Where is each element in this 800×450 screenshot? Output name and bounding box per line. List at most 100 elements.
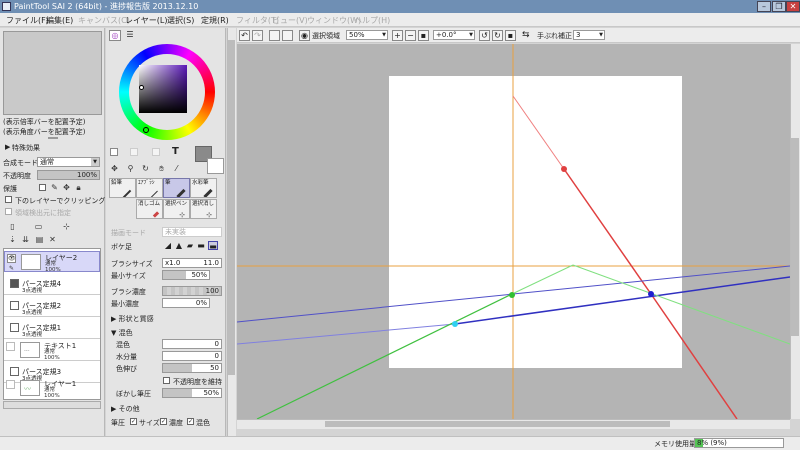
select-source-checkbox[interactable] xyxy=(5,208,12,215)
lock-icon[interactable]: 🔒︎ xyxy=(74,183,83,192)
other-toggle[interactable]: ▶ その他 xyxy=(111,404,140,414)
edge-shape-4-icon[interactable]: ▬ xyxy=(196,241,206,250)
keep-opacity-checkbox[interactable] xyxy=(163,377,170,384)
zoom-reset-icon[interactable]: ▪ xyxy=(418,30,429,41)
canvas-vertical-scroll-thumb[interactable] xyxy=(791,138,799,336)
blur-pressure-slider[interactable]: 50% xyxy=(162,388,222,398)
brush-size-field[interactable]: x1.0 11.0 xyxy=(162,258,222,268)
eye-icon[interactable]: ◉ xyxy=(299,30,310,41)
drawing-mode-select[interactable]: 未実装 xyxy=(162,227,222,237)
transfer-down-icon[interactable]: ⇣ xyxy=(8,235,17,244)
angle-select[interactable]: +0.0° ▼ xyxy=(433,30,475,40)
edge-shape-5-icon[interactable]: ▬ xyxy=(208,241,218,251)
tool-airbrush[interactable]: ｴｱﾌﾞﾗｼ xyxy=(136,178,163,198)
merge-down-icon[interactable]: ⇊ xyxy=(21,235,30,244)
tool-panel-scroll-thumb[interactable] xyxy=(228,40,235,375)
menu-ruler[interactable]: 定規(R) xyxy=(201,15,229,26)
rotate-reset-icon[interactable]: ▪ xyxy=(505,30,516,41)
mix-color-slider[interactable]: 0 xyxy=(162,339,222,349)
move-lock-icon[interactable]: ✥ xyxy=(62,183,71,192)
tool-watercolor[interactable]: 水彩筆 xyxy=(190,178,217,198)
layer-item-ruler2[interactable]: パース定規2 3点透視 xyxy=(4,296,100,317)
zoom-out-icon[interactable]: − xyxy=(405,30,416,41)
effects-toggle-icon[interactable]: ▶ xyxy=(5,143,10,151)
minimize-button[interactable]: – xyxy=(757,1,771,12)
pressure-size-checkbox[interactable]: ✓ xyxy=(130,418,137,425)
tool-select-eraser[interactable]: 選択消し ⊹ xyxy=(190,199,217,219)
zoom-select[interactable]: 50% ▼ xyxy=(346,30,388,40)
menu-file[interactable]: ファイル(F) xyxy=(6,15,49,26)
delete-layer-icon[interactable]: ✕ xyxy=(48,235,57,244)
layer-item-text1[interactable]: --- テキスト1 通常 100% xyxy=(4,340,100,361)
tool-brush[interactable]: 筆 xyxy=(163,178,190,198)
color-wheel-tab-icon[interactable]: ◎ xyxy=(109,30,121,41)
density-slider[interactable]: 100 xyxy=(162,286,222,296)
clipping-checkbox[interactable] xyxy=(5,196,12,203)
mixing-toggle[interactable]: ▼ 混色 xyxy=(111,328,133,338)
eye-icon[interactable]: 👁 xyxy=(7,254,16,263)
saturation-value-square[interactable] xyxy=(139,65,187,113)
layer-item-layer2[interactable]: 👁 ✎ レイヤー2 通常 100% xyxy=(4,251,100,273)
pen-lock-icon[interactable]: ✎ xyxy=(50,183,59,192)
stabilizer-select[interactable]: 3 ▼ xyxy=(573,30,605,40)
water-slider[interactable]: 0 xyxy=(162,351,222,361)
redo-icon[interactable]: ↷ xyxy=(252,30,263,41)
sub-color-swatch[interactable] xyxy=(207,158,224,174)
maximize-button[interactable]: ❐ xyxy=(772,1,786,12)
canvas-area[interactable] xyxy=(237,44,790,419)
menu-canvas[interactable]: キャンバス(C) xyxy=(78,15,130,26)
layer-list[interactable]: 👁 ✎ レイヤー2 通常 100% パース定規4 3点透視 パース定規2 3点透視… xyxy=(3,248,101,400)
navigator-preview[interactable] xyxy=(3,31,102,115)
move-icon[interactable]: ✥ xyxy=(110,164,119,173)
swatch-empty[interactable] xyxy=(152,148,160,156)
visibility-checkbox[interactable] xyxy=(6,380,15,389)
new-folder-icon[interactable]: ▭ xyxy=(34,222,43,231)
new-layer-icon[interactable]: ▯ xyxy=(8,222,17,231)
rotate-icon[interactable]: ↻ xyxy=(141,164,150,173)
protect-transparency-checkbox[interactable] xyxy=(39,184,46,191)
min-size-slider[interactable]: 50% xyxy=(162,270,210,280)
pressure-density-checkbox[interactable]: ✓ xyxy=(160,418,167,425)
clear-layer-icon[interactable]: ▤ xyxy=(35,235,44,244)
stretch-slider[interactable]: 50 xyxy=(162,363,222,373)
invert-selection-icon[interactable] xyxy=(282,30,293,41)
effects-label[interactable]: 特殊効果 xyxy=(12,143,40,153)
visibility-checkbox[interactable] xyxy=(6,342,15,351)
pressure-mix-checkbox[interactable]: ✓ xyxy=(187,418,194,425)
tool-eraser[interactable]: 消しゴム xyxy=(136,199,163,219)
shape-texture-toggle[interactable]: ▶ 形状と質感 xyxy=(111,314,154,324)
layer-item-ruler1[interactable]: パース定規1 3点透視 xyxy=(4,318,100,339)
canvas-drawing[interactable] xyxy=(237,44,790,419)
menu-view[interactable]: ビュー(V) xyxy=(272,15,308,26)
zoom-in-icon[interactable]: + xyxy=(392,30,403,41)
new-ruler-icon[interactable]: ⊹ xyxy=(62,222,71,231)
layer-list-scrollbar[interactable] xyxy=(3,401,101,409)
eyedropper-icon[interactable]: ⁄ xyxy=(172,164,181,173)
zoom-icon[interactable]: ⚲ xyxy=(126,164,135,173)
menu-edit[interactable]: 編集(E) xyxy=(46,15,73,26)
edge-shape-2-icon[interactable]: ▲ xyxy=(174,241,184,250)
text-tool-icon[interactable]: T xyxy=(172,146,179,157)
layer-item-ruler4[interactable]: パース定規4 3点透視 xyxy=(4,274,100,295)
layer-item-layer1[interactable]: 〰 レイヤー1 通常 100% xyxy=(4,378,100,399)
swatch-empty[interactable] xyxy=(130,148,138,156)
flip-icon[interactable]: ⇆ xyxy=(522,30,530,40)
close-button[interactable]: ✕ xyxy=(786,1,800,12)
swatch-empty[interactable] xyxy=(110,148,118,156)
menu-layer[interactable]: レイヤー(L) xyxy=(125,15,167,26)
rotate-left-icon[interactable]: ↺ xyxy=(479,30,490,41)
deselect-icon[interactable] xyxy=(269,30,280,41)
canvas-horizontal-scroll-thumb[interactable] xyxy=(325,421,670,427)
blend-mode-select[interactable]: 通常 ▼ xyxy=(37,157,100,167)
hand-icon[interactable]: ✋︎ xyxy=(157,164,166,173)
min-density-slider[interactable]: 0% xyxy=(162,298,210,308)
tool-select-pen[interactable]: 選択ペン ⊹ xyxy=(163,199,190,219)
sv-picker-handle[interactable] xyxy=(139,85,144,90)
menu-help[interactable]: ヘルプ(H) xyxy=(354,15,390,26)
undo-icon[interactable]: ↶ xyxy=(239,30,250,41)
edge-shape-3-icon[interactable]: ▰ xyxy=(185,241,195,250)
menu-select[interactable]: 選択(S) xyxy=(167,15,194,26)
menu-lines-icon[interactable]: ☰ xyxy=(124,30,136,41)
panel-splitter[interactable] xyxy=(48,137,58,139)
opacity-slider[interactable]: 100% xyxy=(37,170,100,180)
